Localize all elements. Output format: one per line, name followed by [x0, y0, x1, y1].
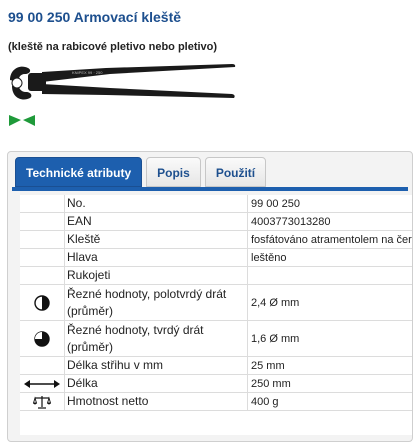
- green-bow-icon: [9, 115, 35, 126]
- attr-value: fosfátováno atramentolem na černo: [247, 230, 412, 249]
- scale-icon: [33, 395, 51, 409]
- three-quarter-circle-icon: [34, 330, 50, 347]
- attr-value: 25 mm: [247, 356, 412, 375]
- attr-label: Řezné hodnoty, tvrdý drát (průměr): [64, 320, 248, 357]
- attr-label: Kleště: [64, 230, 248, 249]
- attributes-panel: Technické atributy Popis Použití No. 99 …: [7, 151, 413, 442]
- table-row: EAN 4003773013280: [20, 212, 412, 231]
- attr-label: Rukojeti: [64, 266, 248, 285]
- tab-underline: [12, 187, 408, 191]
- tab-description[interactable]: Popis: [146, 157, 201, 187]
- tab-bar: Technické atributy Popis Použití: [15, 157, 267, 187]
- table-row: Délka střihu v mm 25 mm: [20, 356, 412, 375]
- attr-value: 1,6 Ø mm: [247, 320, 412, 357]
- tab-technical-attributes[interactable]: Technické atributy: [15, 157, 143, 187]
- table-row: Řezné hodnoty, polotvrdý drát (průměr) 2…: [20, 284, 412, 321]
- attr-label: EAN: [64, 212, 248, 231]
- product-subtitle: (kleště na rabicové pletivo nebo pletivo…: [8, 41, 218, 53]
- table-row: Hmotnost netto 400 g: [20, 392, 412, 411]
- attr-label: Hmotnost netto: [64, 392, 248, 411]
- svg-text:KNIPEX 99 · 250: KNIPEX 99 · 250: [72, 70, 103, 75]
- attr-label: Délka: [64, 374, 248, 393]
- half-circle-icon: [34, 294, 50, 311]
- attr-value: 4003773013280: [247, 212, 412, 231]
- pliers-image: KNIPEX 99 · 250: [10, 64, 236, 100]
- table-row: Hlava leštěno: [20, 248, 412, 267]
- attr-value: [247, 266, 412, 285]
- table-row: Délka 250 mm: [20, 374, 412, 393]
- attr-label: No.: [64, 195, 248, 213]
- attr-label: Délka střihu v mm: [64, 356, 248, 375]
- table-row: Rukojeti: [20, 266, 412, 285]
- table-row: Kleště fosfátováno atramentolem na černo: [20, 230, 412, 249]
- attr-label: Řezné hodnoty, polotvrdý drát (průměr): [64, 284, 248, 321]
- table-row: Řezné hodnoty, tvrdý drát (průměr) 1,6 Ø…: [20, 320, 412, 357]
- attr-value: 2,4 Ø mm: [247, 284, 412, 321]
- attr-value: leštěno: [247, 248, 412, 267]
- table-row: No. 99 00 250: [20, 195, 412, 213]
- tab-usage[interactable]: Použití: [204, 157, 267, 187]
- attr-value: 250 mm: [247, 374, 412, 393]
- product-title: 99 00 250 Armovací kleště: [8, 9, 182, 25]
- attr-label: Hlava: [64, 248, 248, 267]
- double-arrow-icon: [24, 379, 60, 388]
- attr-value: 400 g: [247, 392, 412, 411]
- attributes-table: No. 99 00 250 EAN 4003773013280 Kleště f…: [20, 195, 412, 435]
- attr-value: 99 00 250: [247, 195, 412, 213]
